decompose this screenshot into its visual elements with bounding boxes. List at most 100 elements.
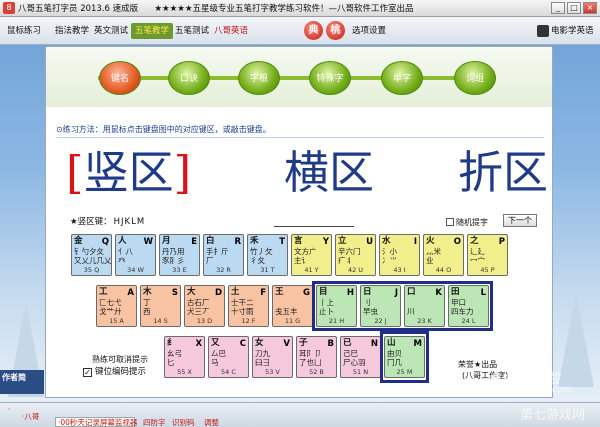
key-g: 言 bbox=[294, 236, 303, 246]
key-code: N bbox=[370, 339, 378, 349]
key-r2: 匕 bbox=[167, 358, 175, 367]
key-code: V bbox=[283, 339, 290, 349]
mode-radical[interactable]: 字根 bbox=[238, 61, 280, 95]
key[interactable]: 王戋五丰 G 11 G bbox=[272, 285, 313, 327]
maximize-button[interactable]: □ bbox=[567, 2, 581, 14]
key-g: 王 bbox=[275, 287, 284, 297]
key[interactable]: 又厶巴马 C 54 C bbox=[208, 336, 249, 378]
key[interactable]: 工匚七弋 戈艹廾 A 15 A bbox=[96, 285, 137, 327]
dictionary-circle-button[interactable]: 典 bbox=[304, 21, 323, 40]
key-g: 子 bbox=[299, 338, 308, 348]
key-r2: 臼⺕ bbox=[255, 358, 270, 367]
zone-keys-value: HJKLM bbox=[113, 217, 146, 227]
mode-phrase[interactable]: 词组 bbox=[454, 61, 496, 95]
key-num: 41 Y bbox=[304, 266, 319, 274]
key-g: 月 bbox=[162, 236, 171, 246]
mode-mnemonic[interactable]: 口诀 bbox=[168, 61, 210, 95]
key-r2: 厂 bbox=[206, 256, 214, 265]
status-item[interactable]: 调整 bbox=[204, 417, 219, 427]
key[interactable]: 禾竹丿攵 彳夂 T 31 T bbox=[247, 234, 288, 276]
key-r: 手扌斤 bbox=[206, 247, 229, 256]
random-checkbox[interactable]: 随机提字 bbox=[446, 217, 488, 228]
key-r2: 西 bbox=[143, 307, 151, 316]
key-code: Q bbox=[101, 237, 109, 247]
menu-wubi-teach[interactable]: 五笔教学 bbox=[131, 23, 174, 39]
menu-movie-english[interactable]: 电影学英语 bbox=[551, 24, 594, 38]
key[interactable]: 水氵小 冫⺌ I 43 I bbox=[379, 234, 420, 276]
menu-fingering[interactable]: 指法教学 bbox=[55, 24, 89, 38]
key[interactable]: 大古石厂 犬三丆 D 13 D bbox=[184, 285, 225, 327]
key[interactable]: 土士干二 十寸雨 F 12 F bbox=[228, 285, 269, 327]
status-item[interactable]: 识别码 bbox=[172, 417, 195, 427]
key-r: 刀九 bbox=[255, 349, 270, 358]
key-num: 11 G bbox=[284, 317, 301, 325]
status-item[interactable]: · bbox=[8, 405, 10, 414]
menu-wubi-test[interactable]: 五笔测试 bbox=[175, 24, 209, 38]
key-r: 辶廴 bbox=[470, 247, 485, 256]
bracket-right: ] bbox=[173, 146, 192, 199]
status-item[interactable]: ·00秒天记录屏幕监视器 bbox=[58, 417, 137, 427]
peach-circle-button[interactable]: 桃 bbox=[326, 21, 345, 40]
key-code: C bbox=[239, 339, 246, 349]
key-num: 15 A bbox=[109, 317, 124, 325]
key[interactable]: 女刀九 臼⺕ V 53 V bbox=[252, 336, 293, 378]
key[interactable]: 已己巳 尸心羽 N 51 N bbox=[340, 336, 381, 378]
key-g: 木 bbox=[143, 287, 152, 297]
key-r: 士干二 bbox=[231, 298, 254, 307]
key-r: 己巳 bbox=[343, 349, 358, 358]
key-g: 水 bbox=[382, 236, 391, 246]
mode-single-char[interactable]: 单字 bbox=[381, 61, 423, 95]
status-item[interactable]: ·八哥 bbox=[22, 411, 39, 422]
mode-special-char[interactable]: 特殊字 bbox=[309, 61, 351, 95]
minimize-button[interactable]: _ bbox=[551, 2, 565, 14]
key-code: E bbox=[191, 237, 197, 247]
key[interactable]: 金钅勺夕夂 又乂儿几乂 Q 35 Q bbox=[71, 234, 112, 276]
key-num: 33 E bbox=[172, 266, 187, 274]
key-num: 44 O bbox=[435, 266, 452, 274]
checkbox[interactable]: ✓ bbox=[83, 368, 92, 377]
key-num: 55 X bbox=[177, 368, 192, 376]
code-hint-toggle[interactable]: ✓ 键位编码提示 bbox=[83, 365, 146, 377]
menu-mouse-practice[interactable]: 鼠标练习 bbox=[7, 24, 41, 38]
key-code: A bbox=[127, 288, 134, 298]
key[interactable]: 人亻八癶 W 34 W bbox=[115, 234, 156, 276]
menu-english-test[interactable]: 英文测试 bbox=[94, 24, 128, 38]
key[interactable]: 木丁西 S 14 S bbox=[140, 285, 181, 327]
menu-options[interactable]: 选项设置 bbox=[352, 24, 386, 38]
key-num: 53 V bbox=[265, 368, 280, 376]
key-r2: 马 bbox=[211, 358, 219, 367]
key-r: 耳阝卩 bbox=[299, 349, 322, 358]
zone-next: 横区 bbox=[284, 146, 375, 199]
key-g: 又 bbox=[211, 338, 220, 348]
key-g: 大 bbox=[187, 287, 196, 297]
key-code: W bbox=[143, 237, 153, 247]
decoration-tree bbox=[558, 292, 594, 387]
menu-bage-english[interactable]: 八哥英语 bbox=[214, 24, 248, 38]
input-underline[interactable] bbox=[274, 226, 354, 227]
key-g: 女 bbox=[255, 338, 264, 348]
key[interactable]: 火灬米业 O 44 O bbox=[423, 234, 464, 276]
key[interactable]: 白手扌斤厂 R 32 R bbox=[203, 234, 244, 276]
key[interactable]: 纟幺弓匕 X 55 X bbox=[164, 336, 205, 378]
movie-icon bbox=[537, 25, 549, 37]
key[interactable]: 立辛六门 疒丬 U 42 U bbox=[335, 234, 376, 276]
key[interactable]: 言文方广 主讠 Y 41 Y bbox=[291, 234, 332, 276]
key-code: Y bbox=[322, 237, 329, 247]
key-code: S bbox=[171, 288, 178, 298]
next-button[interactable]: 下一个 bbox=[503, 214, 537, 227]
zone-keys: ★竖区键： HJKLM bbox=[70, 217, 146, 227]
mode-key-name[interactable]: 键名 bbox=[99, 61, 141, 95]
zone-highlight bbox=[312, 281, 493, 331]
menu-bar: 鼠标练习 指法教学 英文测试 五笔教学 五笔测试 八哥英语 典 桃 选项设置 电… bbox=[0, 17, 600, 45]
window-title: 八哥五笔打字员 2013.6 速成版 ★★★★★五星级专业五笔打字教学练习软件！… bbox=[18, 4, 414, 14]
key-code: I bbox=[413, 237, 417, 247]
key-g: 已 bbox=[343, 338, 352, 348]
key[interactable]: 之辶廴 冖宀 P 45 P bbox=[467, 234, 508, 276]
key[interactable]: 月丹乃用 豕⺼彡 E 33 E bbox=[159, 234, 200, 276]
key[interactable]: 子耳阝卩 了也凵 B 52 B bbox=[296, 336, 337, 378]
key-code: U bbox=[366, 237, 373, 247]
key-g: 白 bbox=[206, 236, 215, 246]
status-item[interactable]: 四防字 bbox=[143, 417, 166, 427]
key-g: 立 bbox=[338, 236, 347, 246]
close-button[interactable]: × bbox=[583, 2, 597, 14]
